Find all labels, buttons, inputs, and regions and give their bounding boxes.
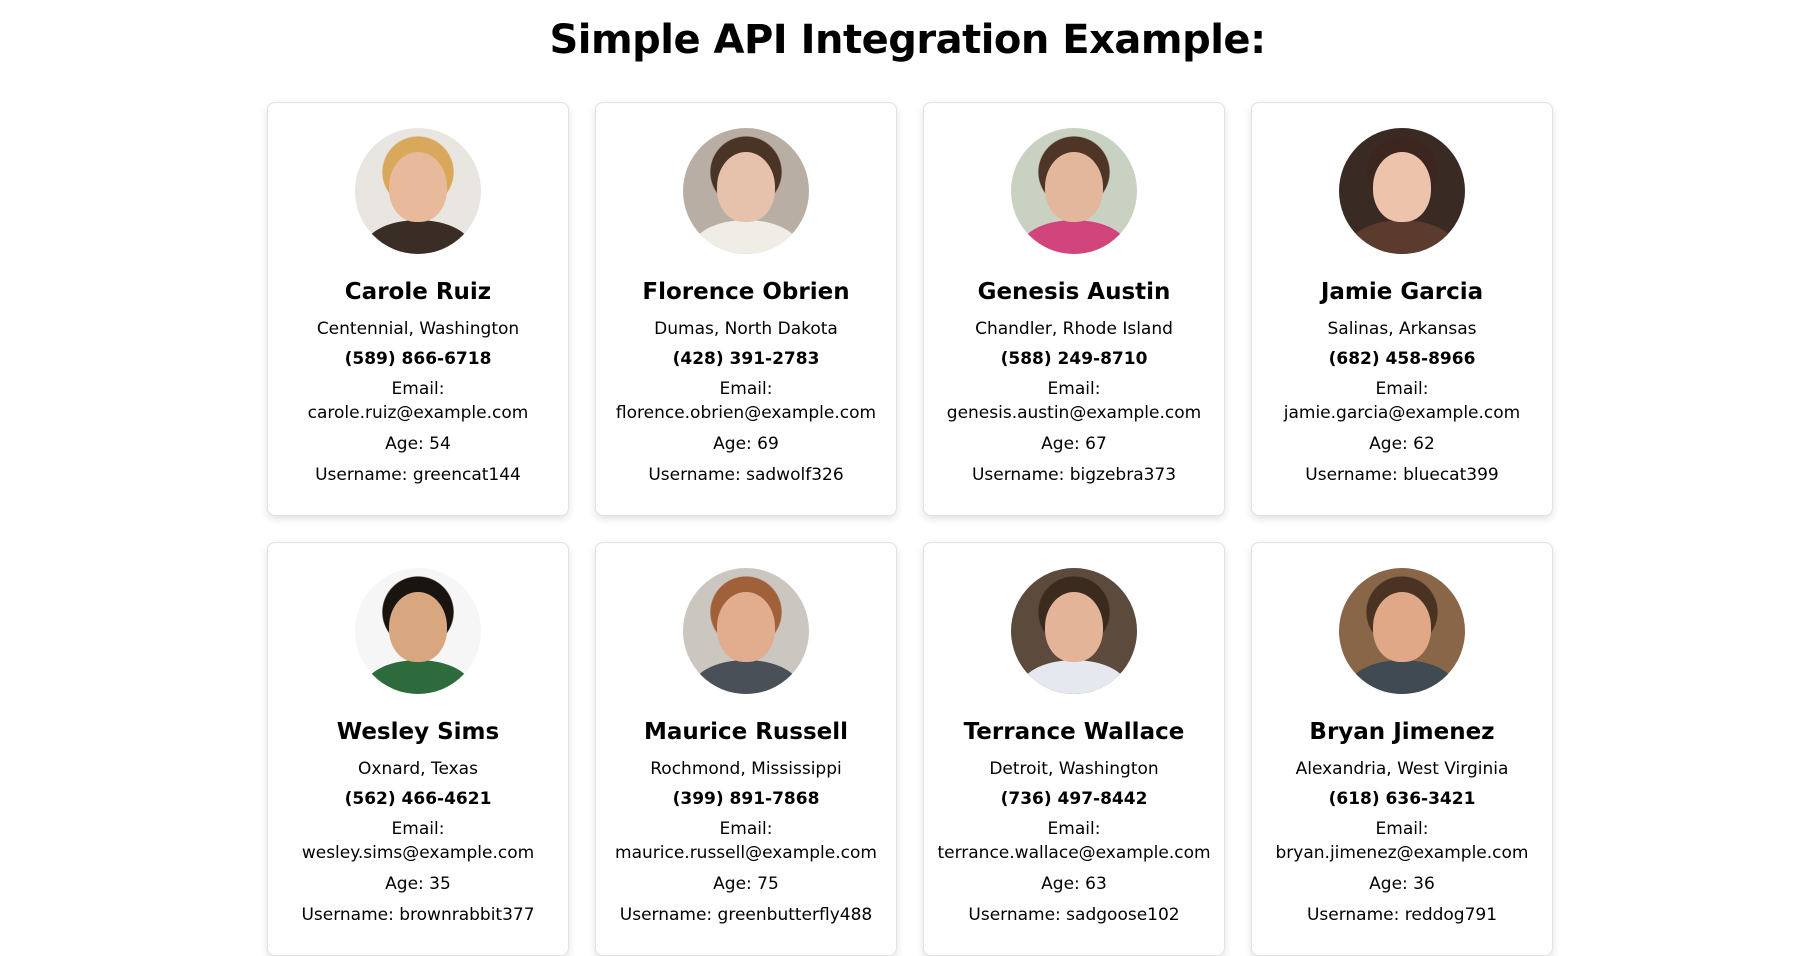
user-card: Florence Obrien Dumas, North Dakota (428… bbox=[595, 102, 897, 516]
user-location: Salinas, Arkansas bbox=[1327, 319, 1477, 339]
user-phone: (589) 866-6718 bbox=[344, 349, 492, 369]
avatar-head-shape bbox=[1045, 152, 1103, 222]
avatar-shoulders-shape bbox=[691, 220, 801, 254]
user-card: Terrance Wallace Detroit, Washington (73… bbox=[923, 542, 1225, 956]
user-email: terrance.wallace@example.com bbox=[937, 843, 1211, 863]
user-card: Bryan Jimenez Alexandria, West Virginia … bbox=[1251, 542, 1553, 956]
user-avatar bbox=[355, 128, 481, 254]
user-location: Centennial, Washington bbox=[316, 319, 520, 339]
avatar-shoulders-shape bbox=[1347, 220, 1457, 254]
user-email: genesis.austin@example.com bbox=[946, 403, 1202, 423]
avatar-head-shape bbox=[1373, 152, 1431, 222]
avatar-head-shape bbox=[1045, 592, 1103, 662]
user-email-block: Email: terrance.wallace@example.com bbox=[924, 817, 1224, 865]
user-username: Username: sadgoose102 bbox=[968, 905, 1180, 925]
avatar-head-shape bbox=[1373, 592, 1431, 662]
email-label: Email: bbox=[1375, 379, 1429, 399]
user-username: Username: reddog791 bbox=[1306, 905, 1498, 925]
user-phone: (618) 636-3421 bbox=[1328, 789, 1476, 809]
user-phone: (399) 891-7868 bbox=[672, 789, 820, 809]
avatar-head-shape bbox=[717, 152, 775, 222]
user-name: Carole Ruiz bbox=[344, 279, 492, 305]
user-location: Oxnard, Texas bbox=[358, 759, 478, 779]
user-email: carole.ruiz@example.com bbox=[307, 403, 529, 423]
user-age: Age: 69 bbox=[713, 434, 779, 454]
avatar-shoulders-shape bbox=[1347, 660, 1457, 694]
user-name: Florence Obrien bbox=[642, 279, 850, 305]
user-phone: (682) 458-8966 bbox=[1328, 349, 1476, 369]
avatar-shoulders-shape bbox=[691, 660, 801, 694]
user-email: maurice.russell@example.com bbox=[615, 843, 877, 863]
avatar-shoulders-shape bbox=[1019, 220, 1129, 254]
user-avatar bbox=[683, 128, 809, 254]
user-email: florence.obrien@example.com bbox=[615, 403, 877, 423]
user-phone: (562) 466-4621 bbox=[344, 789, 492, 809]
page-title: Simple API Integration Example: bbox=[549, 17, 1266, 63]
user-name: Maurice Russell bbox=[643, 719, 849, 745]
avatar-shoulders-shape bbox=[363, 220, 473, 254]
user-name: Bryan Jimenez bbox=[1309, 719, 1495, 745]
user-card: Wesley Sims Oxnard, Texas (562) 466-4621… bbox=[267, 542, 569, 956]
user-age: Age: 62 bbox=[1369, 434, 1435, 454]
user-email: bryan.jimenez@example.com bbox=[1275, 843, 1529, 863]
user-email-block: Email: jamie.garcia@example.com bbox=[1252, 377, 1552, 425]
email-label: Email: bbox=[719, 819, 773, 839]
avatar-shoulders-shape bbox=[363, 660, 473, 694]
user-name: Jamie Garcia bbox=[1320, 279, 1484, 305]
email-label: Email: bbox=[391, 819, 445, 839]
user-phone: (428) 391-2783 bbox=[672, 349, 820, 369]
user-username: Username: sadwolf326 bbox=[648, 465, 844, 485]
user-email-block: Email: wesley.sims@example.com bbox=[268, 817, 568, 865]
user-email-block: Email: genesis.austin@example.com bbox=[924, 377, 1224, 425]
user-name: Terrance Wallace bbox=[963, 719, 1185, 745]
user-email: wesley.sims@example.com bbox=[301, 843, 535, 863]
email-label: Email: bbox=[719, 379, 773, 399]
email-label: Email: bbox=[391, 379, 445, 399]
avatar-shoulders-shape bbox=[1019, 660, 1129, 694]
avatar-head-shape bbox=[717, 592, 775, 662]
email-label: Email: bbox=[1047, 379, 1101, 399]
user-avatar bbox=[1011, 128, 1137, 254]
user-age: Age: 54 bbox=[385, 434, 451, 454]
user-email-block: Email: carole.ruiz@example.com bbox=[268, 377, 568, 425]
user-age: Age: 63 bbox=[1041, 874, 1107, 894]
user-location: Dumas, North Dakota bbox=[654, 319, 838, 339]
user-email: jamie.garcia@example.com bbox=[1283, 403, 1521, 423]
user-avatar bbox=[1339, 568, 1465, 694]
avatar-head-shape bbox=[389, 152, 447, 222]
user-name: Wesley Sims bbox=[336, 719, 500, 745]
user-avatar bbox=[355, 568, 481, 694]
user-location: Chandler, Rhode Island bbox=[975, 319, 1173, 339]
user-username: Username: brownrabbit377 bbox=[301, 905, 535, 925]
user-username: Username: greencat144 bbox=[315, 465, 521, 485]
user-location: Rochmond, Mississippi bbox=[650, 759, 842, 779]
user-age: Age: 35 bbox=[385, 874, 451, 894]
user-avatar bbox=[1339, 128, 1465, 254]
user-email-block: Email: florence.obrien@example.com bbox=[596, 377, 896, 425]
user-card-grid: Carole Ruiz Centennial, Washington (589)… bbox=[267, 102, 1553, 956]
user-avatar bbox=[1011, 568, 1137, 694]
user-card: Jamie Garcia Salinas, Arkansas (682) 458… bbox=[1251, 102, 1553, 516]
user-card: Genesis Austin Chandler, Rhode Island (5… bbox=[923, 102, 1225, 516]
user-avatar bbox=[683, 568, 809, 694]
email-label: Email: bbox=[1047, 819, 1101, 839]
user-username: Username: bluecat399 bbox=[1305, 465, 1499, 485]
user-phone: (588) 249-8710 bbox=[1000, 349, 1148, 369]
user-card: Carole Ruiz Centennial, Washington (589)… bbox=[267, 102, 569, 516]
user-location: Alexandria, West Virginia bbox=[1295, 759, 1509, 779]
user-age: Age: 67 bbox=[1041, 434, 1107, 454]
user-card: Maurice Russell Rochmond, Mississippi (3… bbox=[595, 542, 897, 956]
user-age: Age: 36 bbox=[1369, 874, 1435, 894]
user-age: Age: 75 bbox=[713, 874, 779, 894]
user-username: Username: bigzebra373 bbox=[971, 465, 1177, 485]
user-location: Detroit, Washington bbox=[989, 759, 1159, 779]
user-phone: (736) 497-8442 bbox=[1000, 789, 1148, 809]
user-username: Username: greenbutterfly488 bbox=[619, 905, 873, 925]
user-email-block: Email: maurice.russell@example.com bbox=[596, 817, 896, 865]
email-label: Email: bbox=[1375, 819, 1429, 839]
user-name: Genesis Austin bbox=[977, 279, 1171, 305]
avatar-head-shape bbox=[389, 592, 447, 662]
user-email-block: Email: bryan.jimenez@example.com bbox=[1252, 817, 1552, 865]
